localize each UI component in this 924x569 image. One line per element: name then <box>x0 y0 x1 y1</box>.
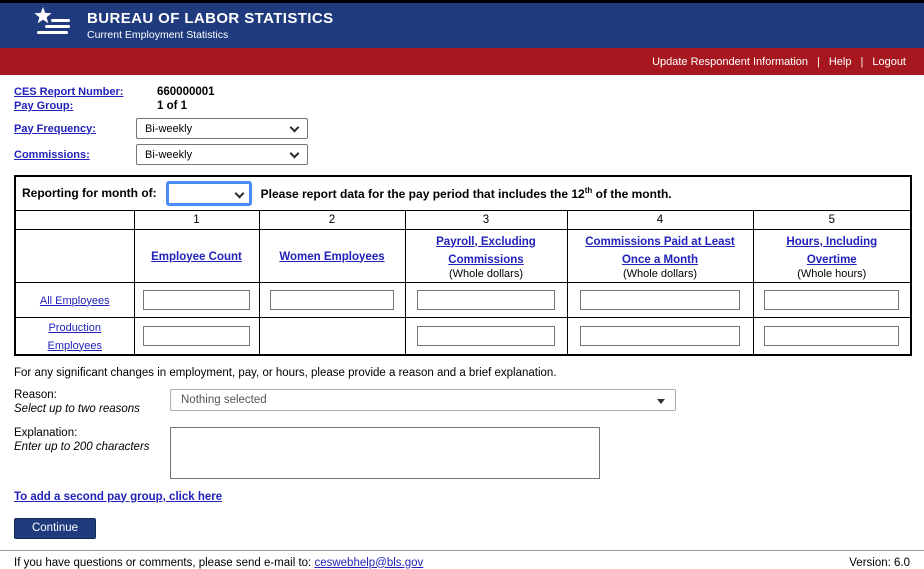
explanation-label-block: Explanation: Enter up to 200 characters <box>14 427 170 453</box>
column-header-hours[interactable]: Hours, Including Overtime <box>786 236 877 266</box>
pay-frequency-row: Pay Frequency: Bi-weekly <box>14 118 910 139</box>
logout-link[interactable]: Logout <box>872 56 906 68</box>
reason-hint: Select up to two reasons <box>14 403 170 415</box>
column-header-subtitle: (Whole dollars) <box>578 268 743 280</box>
changes-intro-text: For any significant changes in employmen… <box>14 367 910 379</box>
explanation-textarea[interactable] <box>170 427 600 479</box>
footer-help-text: If you have questions or comments, pleas… <box>14 557 423 569</box>
reporting-instruction: Please report data for the pay period th… <box>261 186 672 201</box>
commissions-label[interactable]: Commissions: <box>14 149 136 161</box>
production-employees-commissions-input[interactable] <box>580 326 739 346</box>
reporting-month-select[interactable] <box>166 181 252 206</box>
support-email-link[interactable]: ceswebhelp@bls.gov <box>314 557 423 569</box>
reporting-month-select-wrap <box>166 181 252 206</box>
footer: If you have questions or comments, pleas… <box>0 551 924 569</box>
separator: | <box>817 56 820 68</box>
all-employees-employee-count-input[interactable] <box>143 290 250 310</box>
masthead: BUREAU OF LABOR STATISTICS Current Emplo… <box>0 3 924 48</box>
pay-group-row: Pay Group: 1 of 1 <box>14 99 910 113</box>
all-employees-link[interactable]: All Employees <box>40 295 110 307</box>
reason-row: Reason: Select up to two reasons Nothing… <box>14 389 910 415</box>
add-pay-group-link[interactable]: To add a second pay group, click here <box>14 491 222 503</box>
column-number-5: 5 <box>753 210 911 229</box>
pay-group-label[interactable]: Pay Group: <box>14 100 136 112</box>
ces-report-number-value: 660000001 <box>157 86 215 98</box>
utility-bar: Update Respondent Information | Help | L… <box>0 48 924 75</box>
version-text: Version: 6.0 <box>849 557 910 569</box>
update-respondent-link[interactable]: Update Respondent Information <box>652 56 808 68</box>
site-title: BUREAU OF LABOR STATISTICS <box>87 10 334 27</box>
help-link[interactable]: Help <box>829 56 852 68</box>
empty-corner-cell <box>15 210 134 229</box>
continue-button[interactable]: Continue <box>14 518 96 539</box>
production-employees-women-empty-cell <box>259 317 405 355</box>
commissions-select[interactable]: Bi-weekly <box>136 144 308 165</box>
all-employees-payroll-input[interactable] <box>417 290 555 310</box>
column-header-women-employees[interactable]: Women Employees <box>279 251 384 263</box>
production-employees-hours-input[interactable] <box>764 326 899 346</box>
main-content: CES Report Number: 660000001 Pay Group: … <box>0 75 924 539</box>
column-number-4: 4 <box>567 210 753 229</box>
site-subtitle: Current Employment Statistics <box>87 29 334 41</box>
column-header-employee-count[interactable]: Employee Count <box>151 251 242 263</box>
ces-report-number-label[interactable]: CES Report Number: <box>14 86 136 98</box>
production-employees-row: Production Employees <box>15 317 911 355</box>
column-headers-row: Employee Count Women Employees Payroll, … <box>15 229 911 282</box>
reason-label: Reason: <box>14 389 170 401</box>
reason-selected-value: Nothing selected <box>181 394 267 406</box>
separator: | <box>860 56 863 68</box>
bls-logo-icon <box>30 5 74 46</box>
reason-label-block: Reason: Select up to two reasons <box>14 389 170 415</box>
column-header-subtitle: (Whole hours) <box>764 268 901 280</box>
column-number-1: 1 <box>134 210 259 229</box>
caret-down-icon <box>657 399 665 404</box>
empty-header-cell <box>15 229 134 282</box>
column-number-2: 2 <box>259 210 405 229</box>
commissions-select-wrap: Bi-weekly <box>136 144 308 165</box>
pay-frequency-label[interactable]: Pay Frequency: <box>14 123 136 135</box>
reporting-month-label: Reporting for month of: <box>22 186 157 200</box>
column-header-subtitle: (Whole dollars) <box>416 268 557 280</box>
column-number-3: 3 <box>405 210 567 229</box>
commissions-row: Commissions: Bi-weekly <box>14 144 910 165</box>
reporting-month-row: Reporting for month of: Please report da… <box>15 176 911 210</box>
reason-multiselect[interactable]: Nothing selected <box>170 389 676 411</box>
pay-group-value: 1 of 1 <box>157 100 187 112</box>
all-employees-row: All Employees <box>15 282 911 317</box>
column-header-payroll[interactable]: Payroll, Excluding Commissions <box>436 236 536 266</box>
production-employees-payroll-input[interactable] <box>417 326 555 346</box>
ces-report-number-row: CES Report Number: 660000001 <box>14 85 910 99</box>
masthead-titles: BUREAU OF LABOR STATISTICS Current Emplo… <box>87 10 334 41</box>
pay-frequency-select[interactable]: Bi-weekly <box>136 118 308 139</box>
column-header-commissions[interactable]: Commissions Paid at Least Once a Month <box>585 236 735 266</box>
all-employees-hours-input[interactable] <box>764 290 899 310</box>
pay-frequency-select-wrap: Bi-weekly <box>136 118 308 139</box>
explanation-row: Explanation: Enter up to 200 characters <box>14 427 910 479</box>
ces-data-table: Reporting for month of: Please report da… <box>14 175 912 356</box>
footer-help-label: If you have questions or comments, pleas… <box>14 557 311 569</box>
all-employees-women-employees-input[interactable] <box>270 290 395 310</box>
column-numbers-row: 1 2 3 4 5 <box>15 210 911 229</box>
production-employees-employee-count-input[interactable] <box>143 326 250 346</box>
production-employees-link[interactable]: Production Employees <box>48 322 102 352</box>
explanation-hint: Enter up to 200 characters <box>14 441 170 453</box>
all-employees-commissions-input[interactable] <box>580 290 739 310</box>
explanation-label: Explanation: <box>14 427 170 439</box>
